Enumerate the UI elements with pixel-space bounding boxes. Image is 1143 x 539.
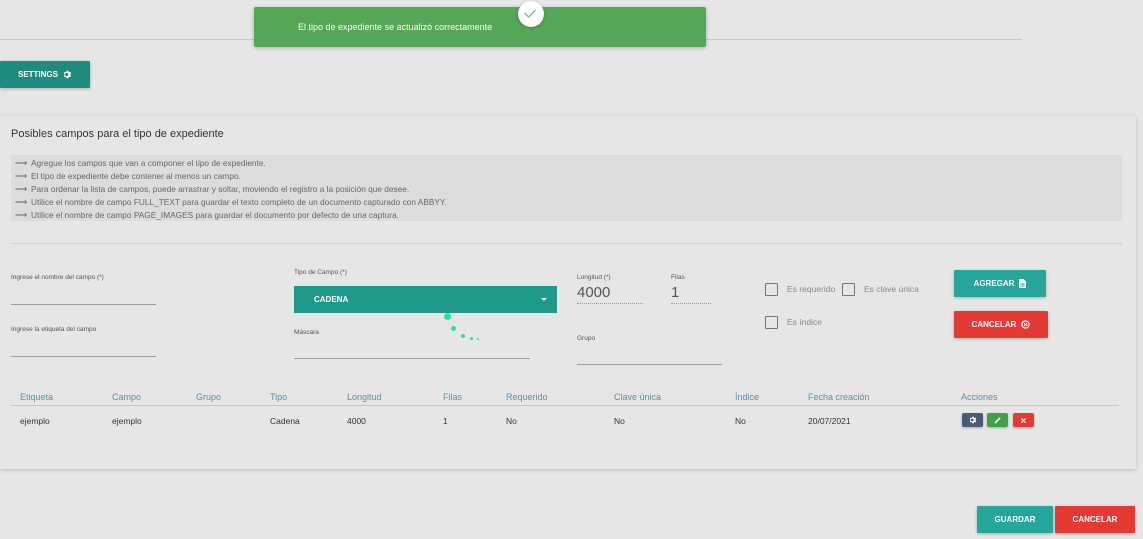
field-type-select[interactable]: CADENA — [294, 286, 557, 313]
mask-input[interactable] — [294, 358, 530, 359]
index-label: Es índice — [787, 317, 822, 327]
mask-label: Máscara — [294, 329, 319, 336]
cell-indice: No — [735, 416, 746, 426]
section-divider — [11, 243, 1122, 244]
column-header[interactable]: Índice — [735, 392, 759, 402]
document-icon — [1019, 279, 1027, 288]
arrow-right-icon: ⟶ — [15, 197, 27, 207]
add-label: AGREGAR — [973, 279, 1015, 288]
check-icon — [518, 1, 544, 27]
table-header-divider — [11, 405, 1119, 406]
arrow-right-icon: ⟶ — [15, 184, 27, 194]
instruction-item: ⟶ El tipo de expediente debe contener al … — [15, 171, 241, 181]
row-edit-button[interactable] — [987, 413, 1008, 427]
row-settings-button[interactable] — [962, 413, 983, 427]
caret-down-icon — [541, 298, 547, 301]
loading-spinner-dot — [444, 313, 451, 320]
column-header[interactable]: Tipo — [270, 392, 287, 402]
length-input[interactable]: 4000 — [577, 284, 610, 301]
cell-longitud: 4000 — [347, 416, 366, 426]
field-name-input[interactable] — [11, 304, 156, 305]
arrow-right-icon: ⟶ — [15, 210, 27, 220]
instructions-panel: ⟶ Agregue los campos que van a componer e… — [11, 155, 1122, 221]
required-checkbox[interactable] — [765, 283, 778, 296]
length-label: Longitud (*) — [577, 274, 611, 281]
toast-message: El tipo de expediente se actualizó corre… — [298, 22, 493, 32]
unique-key-label: Es clave única — [864, 284, 919, 294]
settings-button[interactable]: SETTINGS — [0, 61, 90, 88]
loading-spinner-dot — [477, 338, 479, 340]
instruction-item: ⟶ Agregue los campos que van a componer e… — [15, 158, 266, 168]
gear-icon — [969, 416, 976, 424]
instruction-item: ⟶ Utilice el nombre de campo PAGE_IMAGES … — [15, 210, 399, 220]
loading-spinner-dot — [451, 326, 456, 331]
column-header[interactable]: Campo — [112, 392, 141, 402]
cell-filas: 1 — [443, 416, 448, 426]
cell-requerido: No — [506, 416, 517, 426]
column-header[interactable]: Fecha creación — [808, 392, 870, 402]
cell-campo: ejemplo — [112, 416, 142, 426]
rows-input[interactable]: 1 — [671, 284, 679, 301]
save-label: GUARDAR — [994, 515, 1036, 524]
rows-underline — [671, 303, 711, 304]
success-toast: El tipo de expediente se actualizó corre… — [254, 1, 706, 47]
close-circle-icon — [1021, 320, 1031, 329]
save-button[interactable]: GUARDAR — [977, 506, 1053, 533]
loading-spinner-dot — [461, 334, 465, 338]
row-delete-button[interactable] — [1013, 413, 1034, 427]
column-header: Acciones — [961, 392, 998, 402]
arrow-right-icon: ⟶ — [15, 171, 27, 181]
cell-tipo: Cadena — [270, 416, 300, 426]
gear-icon — [63, 70, 72, 79]
column-header[interactable]: Longitud — [347, 392, 382, 402]
unique-key-checkbox[interactable] — [842, 283, 855, 296]
column-header[interactable]: Filas — [443, 392, 462, 402]
pencil-icon — [994, 417, 1001, 424]
field-type-label: Tipo de Campo (*) — [294, 269, 347, 276]
instruction-item: ⟶ Para ordenar la lista de campos, puede … — [15, 184, 410, 194]
column-header[interactable]: Etiqueta — [20, 392, 53, 402]
group-input[interactable] — [577, 364, 722, 365]
cell-clave-unica: No — [614, 416, 625, 426]
required-label: Es requerido — [787, 284, 836, 294]
add-button[interactable]: AGREGAR — [954, 270, 1046, 297]
cell-etiqueta: ejemplo — [20, 416, 50, 426]
cancel-label: CANCELAR — [1072, 515, 1118, 524]
settings-label: SETTINGS — [17, 70, 58, 79]
form-cancel-button[interactable]: CANCELAR — [954, 311, 1048, 338]
form-cancel-label: CANCELAR — [971, 320, 1017, 329]
group-label: Grupo — [577, 335, 596, 342]
length-underline — [577, 303, 643, 304]
cancel-button[interactable]: CANCELAR — [1055, 506, 1135, 533]
arrow-right-icon: ⟶ — [15, 158, 27, 168]
field-tag-label: Ingrese la etiqueta del campo — [11, 326, 97, 333]
field-tag-input[interactable] — [11, 356, 156, 357]
index-checkbox[interactable] — [765, 316, 778, 329]
column-header[interactable]: Grupo — [196, 392, 221, 402]
loading-spinner-dot — [470, 337, 473, 340]
field-type-value: CADENA — [314, 295, 349, 304]
field-name-label: Ingrese el nombre del campo (*) — [11, 274, 104, 281]
close-icon — [1020, 417, 1027, 423]
column-header[interactable]: Clave única — [614, 392, 661, 402]
card-title: Posibles campos para el tipo de expedien… — [11, 128, 224, 140]
column-header[interactable]: Requerido — [506, 392, 548, 402]
instruction-item: ⟶ Utilice el nombre de campo FULL_TEXT pa… — [15, 197, 447, 207]
cell-fecha-creacion: 20/07/2021 — [808, 416, 851, 426]
rows-label: Filas — [671, 274, 685, 281]
